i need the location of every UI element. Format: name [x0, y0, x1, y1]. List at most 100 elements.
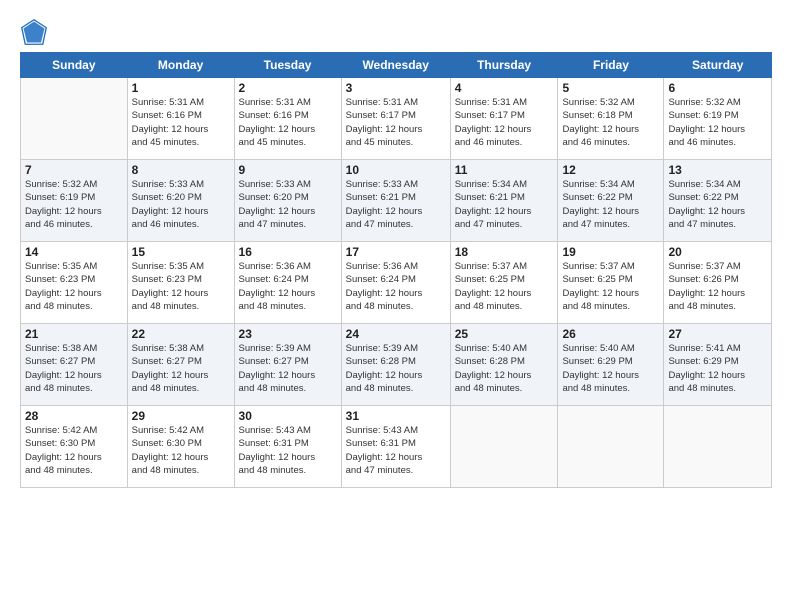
day-number: 2	[239, 81, 337, 95]
calendar-cell	[664, 406, 772, 488]
day-info: Sunrise: 5:31 AM Sunset: 6:16 PM Dayligh…	[132, 96, 230, 149]
calendar-cell: 23Sunrise: 5:39 AM Sunset: 6:27 PM Dayli…	[234, 324, 341, 406]
calendar-cell: 2Sunrise: 5:31 AM Sunset: 6:16 PM Daylig…	[234, 78, 341, 160]
calendar-table: SundayMondayTuesdayWednesdayThursdayFrid…	[20, 52, 772, 488]
calendar-week-3: 14Sunrise: 5:35 AM Sunset: 6:23 PM Dayli…	[21, 242, 772, 324]
day-number: 28	[25, 409, 123, 423]
logo	[20, 18, 52, 46]
calendar-cell: 5Sunrise: 5:32 AM Sunset: 6:18 PM Daylig…	[558, 78, 664, 160]
day-info: Sunrise: 5:33 AM Sunset: 6:20 PM Dayligh…	[239, 178, 337, 231]
day-number: 30	[239, 409, 337, 423]
day-info: Sunrise: 5:33 AM Sunset: 6:21 PM Dayligh…	[346, 178, 446, 231]
calendar-cell: 19Sunrise: 5:37 AM Sunset: 6:25 PM Dayli…	[558, 242, 664, 324]
day-info: Sunrise: 5:35 AM Sunset: 6:23 PM Dayligh…	[132, 260, 230, 313]
calendar-cell: 12Sunrise: 5:34 AM Sunset: 6:22 PM Dayli…	[558, 160, 664, 242]
day-number: 27	[668, 327, 767, 341]
day-number: 1	[132, 81, 230, 95]
day-info: Sunrise: 5:39 AM Sunset: 6:28 PM Dayligh…	[346, 342, 446, 395]
day-number: 13	[668, 163, 767, 177]
day-info: Sunrise: 5:31 AM Sunset: 6:17 PM Dayligh…	[455, 96, 554, 149]
day-number: 14	[25, 245, 123, 259]
calendar-cell	[558, 406, 664, 488]
calendar-cell: 20Sunrise: 5:37 AM Sunset: 6:26 PM Dayli…	[664, 242, 772, 324]
day-number: 15	[132, 245, 230, 259]
weekday-header-thursday: Thursday	[450, 53, 558, 78]
calendar-cell: 25Sunrise: 5:40 AM Sunset: 6:28 PM Dayli…	[450, 324, 558, 406]
calendar-cell	[21, 78, 128, 160]
calendar-cell: 17Sunrise: 5:36 AM Sunset: 6:24 PM Dayli…	[341, 242, 450, 324]
day-number: 23	[239, 327, 337, 341]
day-info: Sunrise: 5:39 AM Sunset: 6:27 PM Dayligh…	[239, 342, 337, 395]
calendar-cell: 26Sunrise: 5:40 AM Sunset: 6:29 PM Dayli…	[558, 324, 664, 406]
calendar-cell	[450, 406, 558, 488]
day-info: Sunrise: 5:31 AM Sunset: 6:16 PM Dayligh…	[239, 96, 337, 149]
calendar-week-2: 7Sunrise: 5:32 AM Sunset: 6:19 PM Daylig…	[21, 160, 772, 242]
calendar-cell: 27Sunrise: 5:41 AM Sunset: 6:29 PM Dayli…	[664, 324, 772, 406]
calendar-cell: 9Sunrise: 5:33 AM Sunset: 6:20 PM Daylig…	[234, 160, 341, 242]
weekday-header-wednesday: Wednesday	[341, 53, 450, 78]
day-number: 4	[455, 81, 554, 95]
calendar-cell: 24Sunrise: 5:39 AM Sunset: 6:28 PM Dayli…	[341, 324, 450, 406]
calendar-cell: 3Sunrise: 5:31 AM Sunset: 6:17 PM Daylig…	[341, 78, 450, 160]
calendar-week-4: 21Sunrise: 5:38 AM Sunset: 6:27 PM Dayli…	[21, 324, 772, 406]
day-info: Sunrise: 5:37 AM Sunset: 6:26 PM Dayligh…	[668, 260, 767, 313]
weekday-header-monday: Monday	[127, 53, 234, 78]
day-info: Sunrise: 5:40 AM Sunset: 6:29 PM Dayligh…	[562, 342, 659, 395]
day-info: Sunrise: 5:33 AM Sunset: 6:20 PM Dayligh…	[132, 178, 230, 231]
day-info: Sunrise: 5:43 AM Sunset: 6:31 PM Dayligh…	[239, 424, 337, 477]
weekday-header-tuesday: Tuesday	[234, 53, 341, 78]
day-number: 29	[132, 409, 230, 423]
day-info: Sunrise: 5:36 AM Sunset: 6:24 PM Dayligh…	[346, 260, 446, 313]
calendar-cell: 29Sunrise: 5:42 AM Sunset: 6:30 PM Dayli…	[127, 406, 234, 488]
day-number: 16	[239, 245, 337, 259]
day-number: 20	[668, 245, 767, 259]
weekday-header-friday: Friday	[558, 53, 664, 78]
calendar-cell: 8Sunrise: 5:33 AM Sunset: 6:20 PM Daylig…	[127, 160, 234, 242]
calendar-cell: 28Sunrise: 5:42 AM Sunset: 6:30 PM Dayli…	[21, 406, 128, 488]
day-number: 11	[455, 163, 554, 177]
calendar-cell: 15Sunrise: 5:35 AM Sunset: 6:23 PM Dayli…	[127, 242, 234, 324]
calendar-cell: 10Sunrise: 5:33 AM Sunset: 6:21 PM Dayli…	[341, 160, 450, 242]
day-number: 19	[562, 245, 659, 259]
calendar-cell: 18Sunrise: 5:37 AM Sunset: 6:25 PM Dayli…	[450, 242, 558, 324]
day-number: 9	[239, 163, 337, 177]
day-number: 3	[346, 81, 446, 95]
calendar-cell: 21Sunrise: 5:38 AM Sunset: 6:27 PM Dayli…	[21, 324, 128, 406]
day-info: Sunrise: 5:37 AM Sunset: 6:25 PM Dayligh…	[562, 260, 659, 313]
day-number: 31	[346, 409, 446, 423]
calendar-cell: 31Sunrise: 5:43 AM Sunset: 6:31 PM Dayli…	[341, 406, 450, 488]
calendar-cell: 1Sunrise: 5:31 AM Sunset: 6:16 PM Daylig…	[127, 78, 234, 160]
day-number: 12	[562, 163, 659, 177]
day-info: Sunrise: 5:31 AM Sunset: 6:17 PM Dayligh…	[346, 96, 446, 149]
day-info: Sunrise: 5:34 AM Sunset: 6:21 PM Dayligh…	[455, 178, 554, 231]
day-info: Sunrise: 5:41 AM Sunset: 6:29 PM Dayligh…	[668, 342, 767, 395]
day-number: 24	[346, 327, 446, 341]
calendar-cell: 11Sunrise: 5:34 AM Sunset: 6:21 PM Dayli…	[450, 160, 558, 242]
day-info: Sunrise: 5:32 AM Sunset: 6:19 PM Dayligh…	[25, 178, 123, 231]
day-info: Sunrise: 5:32 AM Sunset: 6:19 PM Dayligh…	[668, 96, 767, 149]
calendar-cell: 22Sunrise: 5:38 AM Sunset: 6:27 PM Dayli…	[127, 324, 234, 406]
day-info: Sunrise: 5:37 AM Sunset: 6:25 PM Dayligh…	[455, 260, 554, 313]
day-number: 7	[25, 163, 123, 177]
day-number: 6	[668, 81, 767, 95]
calendar-cell: 7Sunrise: 5:32 AM Sunset: 6:19 PM Daylig…	[21, 160, 128, 242]
day-info: Sunrise: 5:40 AM Sunset: 6:28 PM Dayligh…	[455, 342, 554, 395]
calendar-header-row: SundayMondayTuesdayWednesdayThursdayFrid…	[21, 53, 772, 78]
logo-icon	[20, 18, 48, 46]
calendar-week-5: 28 Sunrise: 5:42 AM Sunset: 6:30 PM Dayli…	[21, 406, 772, 488]
calendar-week-1: 1Sunrise: 5:31 AM Sunset: 6:16 PM Daylig…	[21, 78, 772, 160]
day-info: Sunrise: 5:35 AM Sunset: 6:23 PM Dayligh…	[25, 260, 123, 313]
calendar-cell: 14Sunrise: 5:35 AM Sunset: 6:23 PM Dayli…	[21, 242, 128, 324]
calendar-cell: 6Sunrise: 5:32 AM Sunset: 6:19 PM Daylig…	[664, 78, 772, 160]
weekday-header-saturday: Saturday	[664, 53, 772, 78]
page-header	[20, 18, 772, 46]
day-info: Sunrise: 5:36 AM Sunset: 6:24 PM Dayligh…	[239, 260, 337, 313]
day-number: 17	[346, 245, 446, 259]
day-info: Sunrise: 5:38 AM Sunset: 6:27 PM Dayligh…	[132, 342, 230, 395]
day-info: Sunrise: 5:32 AM Sunset: 6:18 PM Dayligh…	[562, 96, 659, 149]
calendar-cell: 4Sunrise: 5:31 AM Sunset: 6:17 PM Daylig…	[450, 78, 558, 160]
day-number: 8	[132, 163, 230, 177]
day-info: Sunrise: 5:42 AM Sunset: 6:30 PM Dayligh…	[132, 424, 230, 477]
day-info: Sunrise: 5:34 AM Sunset: 6:22 PM Dayligh…	[562, 178, 659, 231]
calendar-cell: 16Sunrise: 5:36 AM Sunset: 6:24 PM Dayli…	[234, 242, 341, 324]
